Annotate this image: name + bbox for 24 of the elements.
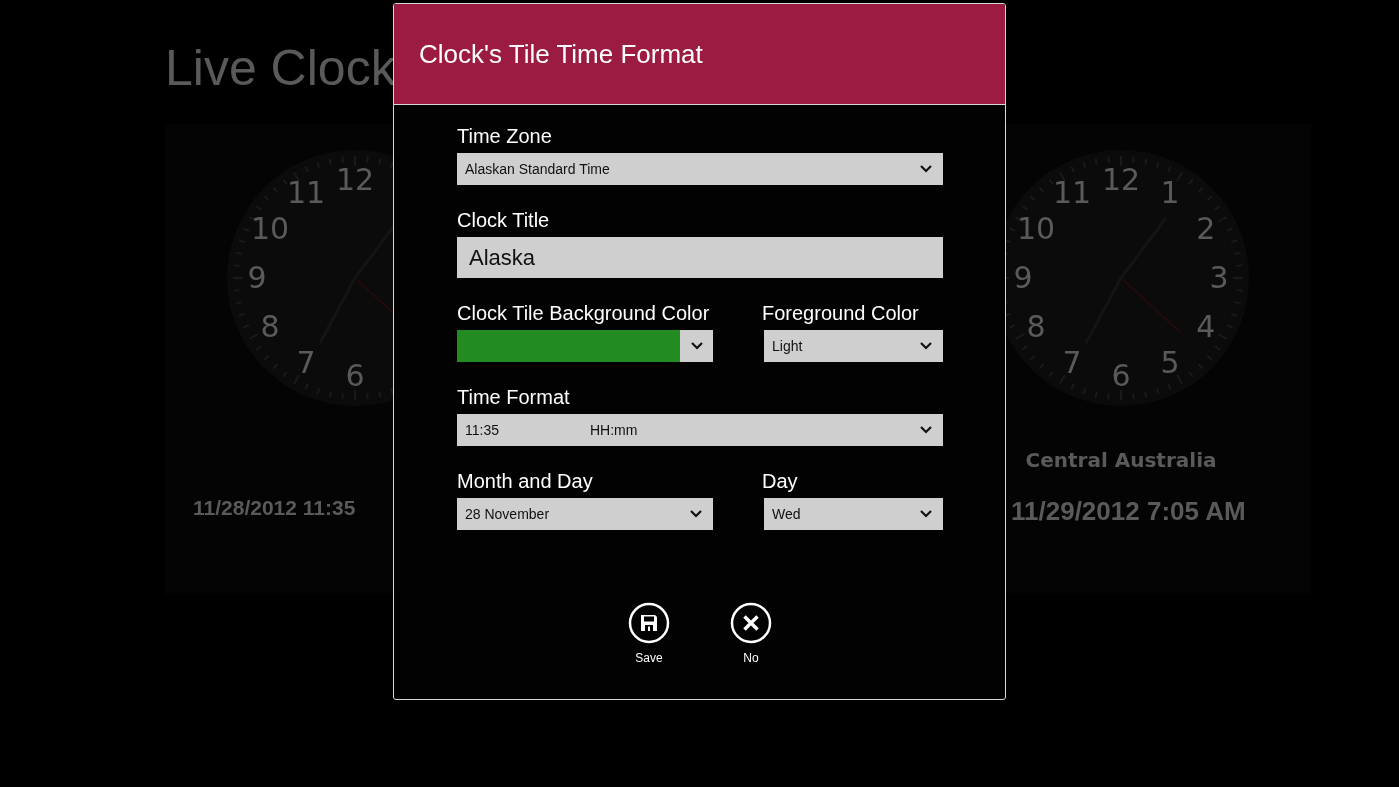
dropdown[interactable]: 28 November — [457, 498, 713, 530]
close-icon — [730, 602, 772, 644]
dialog-title: Clock's Tile Time Format — [419, 38, 703, 70]
field-label: Clock Title — [457, 208, 550, 233]
field-label: Time Format — [457, 385, 570, 410]
dropdown[interactable]: Wed — [764, 498, 943, 530]
dropdown[interactable]: 11:35 HH:mm — [457, 414, 943, 446]
format-pattern: HH:mm — [590, 422, 638, 438]
app-title: Live Clock — [165, 39, 396, 98]
field-label: Day — [762, 469, 798, 494]
format-sample: 11:35 — [465, 422, 500, 438]
cancel-button[interactable]: No — [729, 602, 773, 665]
field-label: Time Zone — [457, 124, 552, 149]
field-label: Foreground Color — [762, 301, 919, 326]
clock-date: 11/29/2012 7:05 AM — [1011, 496, 1246, 527]
dropdown[interactable]: Light — [764, 330, 943, 362]
field-label: Clock Tile Background Color — [457, 301, 710, 326]
clock-location: Central Australia — [1025, 448, 1217, 474]
clock-date: 11/28/2012 11:35 — [193, 496, 356, 520]
save-icon — [628, 602, 670, 644]
field-label: Month and Day — [457, 469, 593, 494]
save-button[interactable]: Save — [627, 602, 671, 665]
dropdown[interactable]: Alaskan Standard Time — [457, 153, 943, 185]
input-field[interactable]: Alaska — [457, 237, 943, 278]
